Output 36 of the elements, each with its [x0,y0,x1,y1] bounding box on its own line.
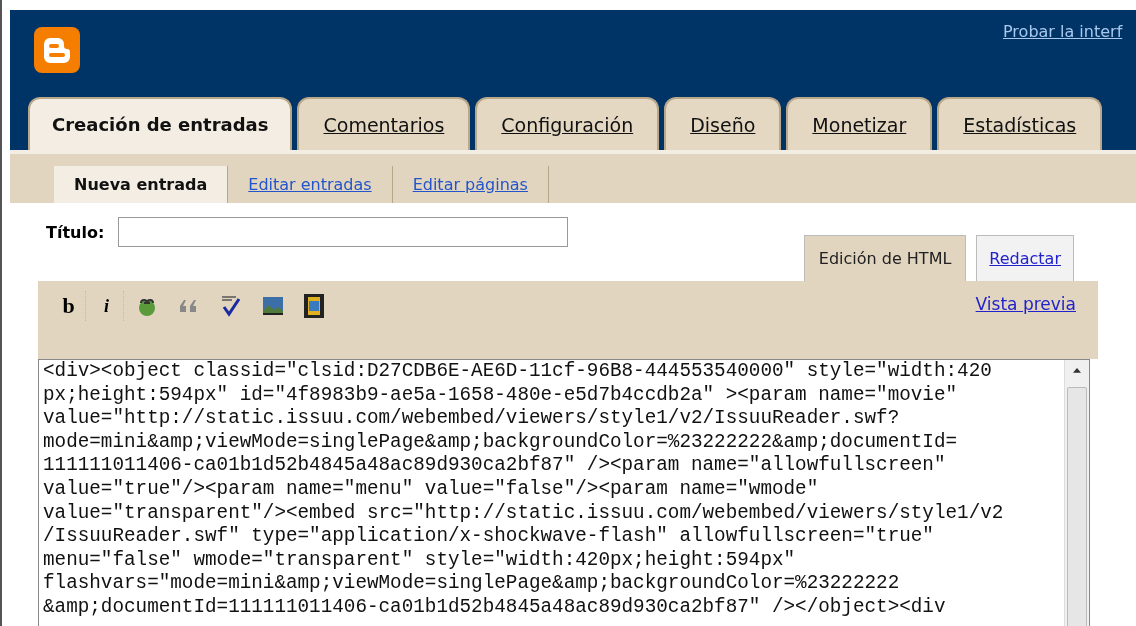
code-line: &amp;documentId=111111011406-ca01b1d52b4845a48ac89d930ca2bf87" /></object><div [43,595,947,620]
code-line: menu="false" wmode="transparent" style="width:420px;height:594px" [43,548,797,573]
code-line: value="true"/><param name="menu" value="false"/><param name="wmode" [43,477,820,502]
try-interface-link[interactable]: Probar la interf [1003,22,1123,41]
scroll-thumb[interactable] [1067,386,1087,626]
code-line: flashvars="mode=mini&amp;viewMode=singlePage&amp;backgroundColor=%23222222 [43,572,901,596]
code-line: 111111011406-ca01b1d52b4845a48ac89d930ca2bf87" /><param name="allowfullscreen" [43,454,947,478]
subtab[interactable]: Editar páginas [392,166,549,203]
subtab[interactable]: Editar entradas [228,166,393,203]
code-line: mode=mini&amp;viewMode=singlePage&amp;backgroundColor=%23222222&amp;documentId= [43,430,959,455]
spellcheck-icon[interactable] [220,295,242,317]
title-input-field[interactable] [118,217,569,247]
nav-tab[interactable]: Monetizar [786,97,933,150]
nav-tab[interactable]: Creación de entradas [28,97,293,150]
subtab[interactable]: Nueva entrada [54,166,229,203]
editor-tab[interactable]: Redactar [976,235,1074,281]
nav-tab[interactable]: Diseño [664,97,782,150]
code-line: /IssuuReader.swf" type="application/x-shockwave-flash" allowfullscreen="true" [43,525,935,549]
italic-button[interactable]: i [90,291,124,321]
scroll-up-arrow-icon[interactable] [1072,368,1082,373]
nav-tab[interactable]: Estadísticas [937,97,1103,150]
blogger-logo-icon [34,27,80,73]
bold-button[interactable]: b [52,291,86,321]
nav-tab[interactable]: Comentarios [297,97,471,150]
html-editor-field[interactable] [38,359,1090,626]
code-line: value="transparent"/><embed src="http://static.issuu.com/webembed/viewers/style1/v2 [43,501,1005,526]
title-label: Título: [46,222,105,242]
editor-tab[interactable]: Edición de HTML [803,235,967,281]
code-line: value="http://static.issuu.com/webembed/viewers/style1/v2/IssuuReader.swf? [43,407,901,431]
preview-link[interactable]: Vista previa [975,294,1076,314]
code-line: px;height:594px" id="4f8983b9-ae5a-1658-480e-e5d7b4ccdb2a" ><param name="movie" [43,383,959,408]
nav-tab[interactable]: Configuración [475,97,660,150]
scrollbar[interactable] [1064,360,1089,626]
video-film-icon[interactable] [304,294,324,318]
code-line: <div><object classid="clsid:D27CDB6E-AE6D-11cf-96B8-444553540000" style="width:420 [43,360,993,384]
image-icon[interactable] [262,295,284,317]
